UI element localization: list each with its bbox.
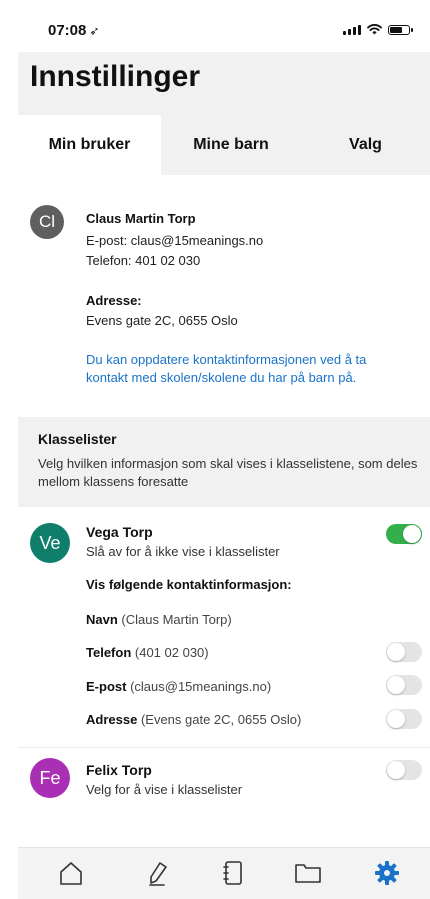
toggle-knob <box>387 676 405 694</box>
child-row-felix: Fe Felix Torp Velg for å vise i klasseli… <box>18 747 430 808</box>
contact-label: Telefon <box>86 645 132 660</box>
signal-icon <box>343 24 361 35</box>
child-row-vega: Ve Vega Torp Slå av for å ikke vise i kl… <box>18 507 430 747</box>
child-avatar: Fe <box>30 758 70 798</box>
child-subtitle: Velg for å vise i klasselister <box>86 782 243 797</box>
contact-value: (Claus Martin Torp) <box>121 612 232 627</box>
contact-row-navn: Navn (Claus Martin Torp) <box>86 612 232 627</box>
header: Innstillinger <box>18 52 430 115</box>
profile-name: Claus Martin Torp <box>86 211 196 226</box>
avatar: Cl <box>30 205 64 239</box>
epost-toggle[interactable] <box>386 675 422 695</box>
adresse-toggle[interactable] <box>386 709 422 729</box>
contact-row-epost: E-post (claus@15meanings.no) <box>86 679 271 694</box>
phone-screen: 07:08 ➶ Innstillinger Min bruker Mine bar… <box>18 0 430 899</box>
pen-icon[interactable] <box>142 858 172 888</box>
tab-mine-barn[interactable]: Mine barn <box>161 115 301 175</box>
contact-value: (Evens gate 2C, 0655 Oslo) <box>140 712 302 727</box>
toggle-knob <box>387 761 405 779</box>
gear-icon[interactable] <box>372 858 402 888</box>
tab-min-bruker[interactable]: Min bruker <box>18 115 161 175</box>
folder-icon[interactable] <box>293 858 323 888</box>
profile-phone: Telefon: 401 02 030 <box>86 253 201 268</box>
contact-info-title: Vis følgende kontaktinformasjon: <box>86 577 292 592</box>
contact-row-adresse: Adresse (Evens gate 2C, 0655 Oslo) <box>86 712 301 727</box>
tab-valg[interactable]: Valg <box>301 115 430 175</box>
child-name: Felix Torp <box>86 762 152 778</box>
status-icons <box>343 24 413 35</box>
tab-bar: Min bruker Mine barn Valg <box>18 115 430 175</box>
profile-address: Evens gate 2C, 0655 Oslo <box>86 313 238 328</box>
section-description: Velg hvilken informasjon som skal vises … <box>38 456 418 489</box>
notebook-icon[interactable] <box>218 858 248 888</box>
status-time: 07:08 ➶ <box>48 22 99 39</box>
contact-label: Navn <box>86 612 118 627</box>
section-title: Klasselister <box>38 431 117 447</box>
child-name: Vega Torp <box>86 524 153 540</box>
update-contact-info-link[interactable]: Du kan oppdatere kontaktinformasjonen ve… <box>86 351 406 387</box>
battery-icon <box>388 24 413 35</box>
toggle-knob <box>387 710 405 728</box>
child-subtitle: Slå av for å ikke vise i klasselister <box>86 544 280 559</box>
show-in-klasseliste-toggle[interactable] <box>386 524 422 544</box>
bottom-nav <box>18 847 430 899</box>
toggle-knob <box>387 643 405 661</box>
contact-value: (401 02 030) <box>134 645 209 660</box>
telefon-toggle[interactable] <box>386 642 422 662</box>
wifi-icon <box>367 24 382 35</box>
home-icon[interactable] <box>56 858 86 888</box>
contact-label: E-post <box>86 679 127 694</box>
profile-section: Cl Claus Martin Torp E-post: claus@15mea… <box>18 175 430 417</box>
toggle-knob <box>403 525 421 543</box>
contact-value: (claus@15meanings.no) <box>130 679 272 694</box>
profile-email: E-post: claus@15meanings.no <box>86 233 264 248</box>
status-bar: 07:08 ➶ <box>18 0 430 52</box>
child-avatar: Ve <box>30 523 70 563</box>
status-time-text: 07:08 <box>48 22 87 39</box>
show-in-klasseliste-toggle[interactable] <box>386 760 422 780</box>
contact-label: Adresse <box>86 712 138 727</box>
contact-row-telefon: Telefon (401 02 030) <box>86 645 209 660</box>
location-arrow-icon: ➶ <box>89 24 100 38</box>
page-title: Innstillinger <box>30 60 201 93</box>
address-label: Adresse: <box>86 293 142 308</box>
klasselister-section: Klasselister Velg hvilken informasjon so… <box>18 417 430 507</box>
